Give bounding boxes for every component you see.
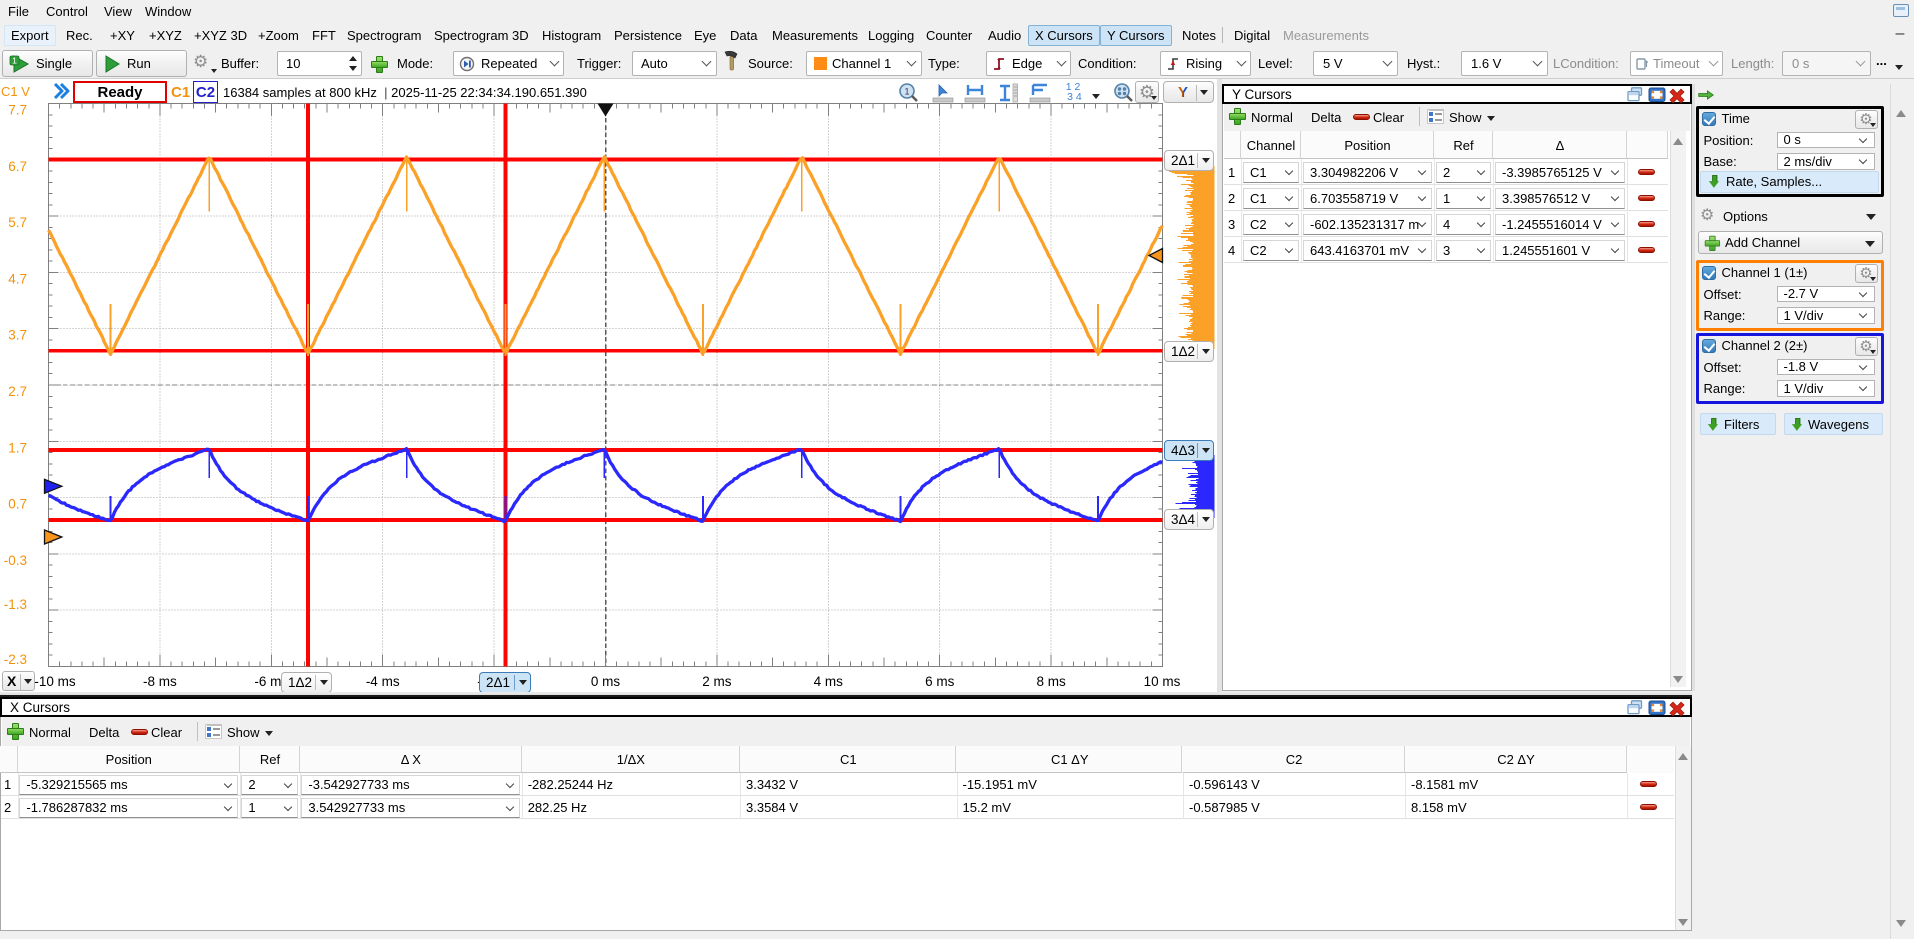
svg-text:1.7: 1.7 (8, 440, 27, 455)
svg-text:3.7: 3.7 (8, 328, 27, 343)
svg-text:-1.3: -1.3 (4, 597, 27, 612)
svg-text:0 ms: 0 ms (591, 674, 621, 689)
svg-text:5.7: 5.7 (8, 215, 27, 230)
svg-text:8 ms: 8 ms (1036, 674, 1066, 689)
svg-text:-8 ms: -8 ms (143, 674, 177, 689)
svg-text:6 ms: 6 ms (925, 674, 955, 689)
svg-text:-4 ms: -4 ms (366, 674, 400, 689)
svg-text:-0.3: -0.3 (4, 553, 27, 568)
svg-text:7.7: 7.7 (8, 103, 27, 118)
svg-text:6.7: 6.7 (8, 159, 27, 174)
svg-text:4.7: 4.7 (8, 271, 27, 286)
svg-text:10 ms: 10 ms (1144, 674, 1181, 689)
svg-text:-10 ms: -10 ms (34, 674, 76, 689)
svg-text:-2.3: -2.3 (4, 652, 27, 667)
svg-text:1: 1 (12, 55, 17, 65)
svg-text:4 ms: 4 ms (814, 674, 844, 689)
svg-text:2.7: 2.7 (8, 384, 27, 399)
svg-text:0.7: 0.7 (8, 497, 27, 512)
svg-text:1: 1 (904, 87, 909, 97)
svg-text:2 ms: 2 ms (702, 674, 732, 689)
